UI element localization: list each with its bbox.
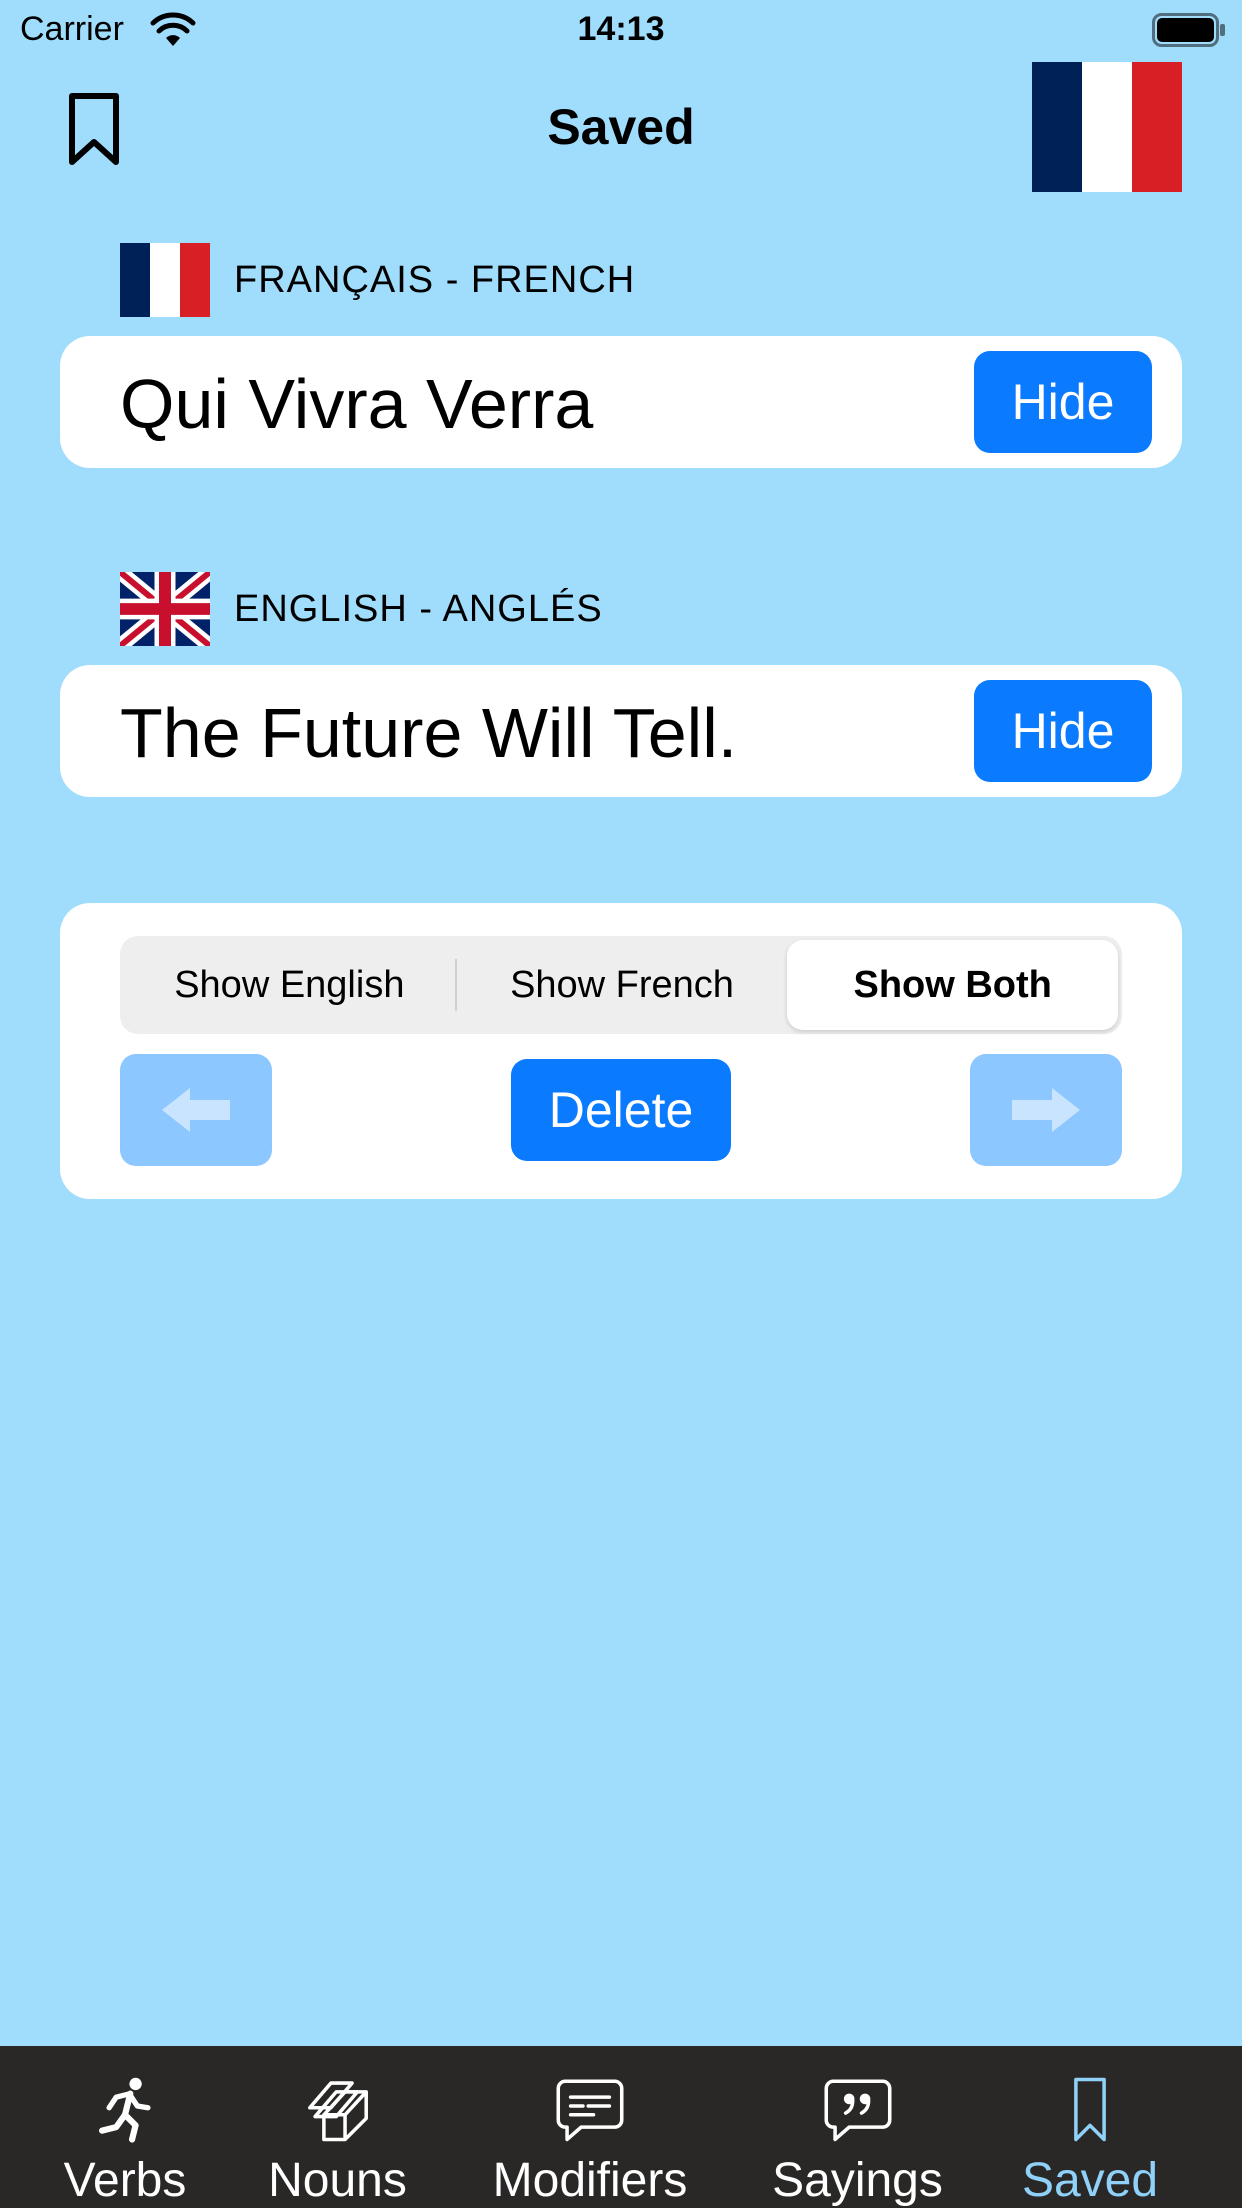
english-phrase-card: The Future Will Tell. Hide xyxy=(60,665,1182,797)
english-language-label: ENGLISH - ANGLÉS xyxy=(234,587,603,630)
french-header: FRANÇAIS - FRENCH xyxy=(120,243,635,317)
tab-modifiers[interactable]: Modifiers xyxy=(470,2046,710,2208)
segment-show-french[interactable]: Show French xyxy=(457,940,788,1030)
tab-nouns[interactable]: Nouns xyxy=(250,2046,425,2208)
hide-english-button[interactable]: Hide xyxy=(974,680,1152,782)
french-phrase-card: Qui Vivra Verra Hide xyxy=(60,336,1182,468)
delete-button[interactable]: Delete xyxy=(511,1059,731,1161)
clock: 14:13 xyxy=(577,10,665,48)
text-bubble-icon xyxy=(556,2079,624,2142)
battery-icon xyxy=(1152,13,1225,47)
segment-show-english[interactable]: Show English xyxy=(124,940,455,1030)
tab-label: Sayings xyxy=(772,2154,943,2207)
arrow-right-icon xyxy=(1012,1088,1080,1132)
french-phrase: Qui Vivra Verra xyxy=(120,365,594,443)
segment-show-both[interactable]: Show Both xyxy=(787,940,1119,1030)
status-bar: Carrier 14:13 xyxy=(0,0,1242,62)
quote-bubble-icon xyxy=(823,2079,891,2142)
arrow-left-icon xyxy=(162,1088,230,1132)
hide-french-button[interactable]: Hide xyxy=(974,351,1152,453)
uk-flag-icon xyxy=(120,572,210,646)
bookmark-icon xyxy=(1074,2077,1106,2142)
nav-bar: Saved xyxy=(0,62,1242,192)
tab-label: Saved xyxy=(1021,2154,1159,2207)
tab-saved[interactable]: Saved xyxy=(1005,2046,1175,2208)
display-mode-segmented-control: Show English Show French Show Both xyxy=(120,936,1122,1034)
tab-label: Modifiers xyxy=(492,2154,688,2207)
tab-sayings[interactable]: Sayings xyxy=(750,2046,965,2208)
tab-label: Verbs xyxy=(63,2154,187,2207)
english-phrase: The Future Will Tell. xyxy=(120,694,738,772)
tab-bar: Verbs Nouns Modifiers Sayings Saved xyxy=(0,2046,1242,2208)
french-language-label: FRANÇAIS - FRENCH xyxy=(234,258,636,301)
france-flag-button[interactable] xyxy=(1032,62,1182,192)
previous-button[interactable] xyxy=(120,1054,272,1166)
running-person-icon xyxy=(98,2077,151,2143)
tab-label: Nouns xyxy=(268,2154,407,2207)
english-header: ENGLISH - ANGLÉS xyxy=(120,572,603,646)
controls-card: Show English Show French Show Both Delet… xyxy=(60,903,1182,1199)
next-button[interactable] xyxy=(970,1054,1122,1166)
cubes-icon xyxy=(307,2081,368,2142)
france-flag-icon xyxy=(120,243,210,317)
tab-verbs[interactable]: Verbs xyxy=(40,2046,210,2208)
